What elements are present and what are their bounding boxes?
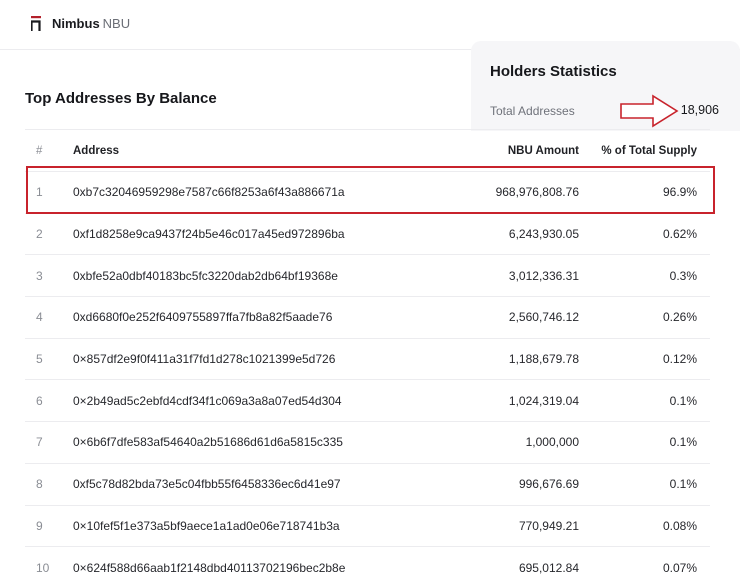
brand-token: NBU [102,16,131,31]
row-rank: 8 [36,477,43,492]
row-rank: 7 [36,435,43,450]
row-amount: 695,012.84 [518,560,579,575]
table-row[interactable]: 2 0xf1d8258e9ca9437f24b5e46c017a45ed97289… [25,214,710,256]
nimbus-logo-icon[interactable] [31,16,41,31]
row-rank: 6 [36,393,43,408]
row-amount: 968,976,808.76 [495,185,579,200]
row-pct: 0.07% [662,560,697,575]
table-row[interactable]: 9 0×10fef5f1e373a5bf9aece1a1ad0e06e718741… [25,506,710,548]
row-pct: 0.26% [662,310,697,325]
row-address-link[interactable]: 0×2b49ad5c2ebfd4cdf34f1c069a3a8a07ed54d3… [73,380,342,421]
row-address-link[interactable]: 0xbfe52a0dbf40183bc5fc3220dab2db64bf1936… [73,255,338,296]
brand-name: Nimbus [52,16,100,31]
row-amount: 6,243,930.05 [508,227,579,242]
table-row[interactable]: 8 0xf5c78d82bda73e5c04fbb55f6458336ec6d41… [25,464,710,506]
section-title: Top Addresses By Balance [25,90,217,107]
row-pct: 0.62% [662,227,697,242]
table-row[interactable]: 3 0xbfe52a0dbf40183bc5fc3220dab2db64bf193… [25,255,710,298]
row-address-link[interactable]: 0xf5c78d82bda73e5c04fbb55f6458336ec6d41e… [73,464,341,505]
table-row[interactable]: 1 0xb7c32046959298e7587c66f8253a6f43a8866… [25,172,710,214]
top-addresses-table: # Address NBU Amount % of Total Supply 1… [25,129,710,582]
column-rank: # [36,144,43,157]
row-address-link[interactable]: 0×6b6f7dfe583af54640a2b51686d61d6a5815c3… [73,422,343,463]
row-rank: 4 [36,310,43,325]
holders-statistics-title: Holders Statistics [490,63,617,80]
row-rank: 9 [36,518,43,533]
row-address-link[interactable]: 0×857df2e9f0f411a31f7fd1d278c1021399e5d7… [73,339,335,380]
page: Nimbus NBU Holders Statistics Total Addre… [0,0,740,582]
holders-statistics-card: Holders Statistics Total Addresses 18,90… [471,41,740,131]
row-amount: 2,560,746.12 [508,310,579,325]
row-pct: 0.1% [669,435,697,450]
table-row[interactable]: 7 0×6b6f7dfe583af54640a2b51686d61d6a5815c… [25,422,710,464]
row-amount: 1,024,319.04 [508,393,579,408]
total-addresses-value: 18,906 [680,103,719,117]
column-address: Address [73,144,120,157]
table-row[interactable]: 10 0×624f588d66aab1f2148dbd40113702196bec… [25,547,710,582]
row-rank: 3 [36,268,43,283]
row-amount: 1,188,679.78 [508,352,579,367]
row-pct: 0.08% [662,518,697,533]
row-amount: 3,012,336.31 [508,268,579,283]
total-addresses-label: Total Addresses [490,104,575,118]
row-rank: 1 [36,185,43,200]
row-address-link[interactable]: 0×624f588d66aab1f2148dbd40113702196bec2b… [73,547,345,582]
table-row[interactable]: 5 0×857df2e9f0f411a31f7fd1d278c1021399e5d… [25,339,710,381]
column-pct: % of Total Supply [601,144,697,157]
table-header: # Address NBU Amount % of Total Supply [25,130,710,172]
row-pct: 0.12% [662,352,697,367]
column-amount: NBU Amount [507,144,579,157]
row-amount: 996,676.69 [518,477,579,492]
row-address-link[interactable]: 0×10fef5f1e373a5bf9aece1a1ad0e06e718741b… [73,506,340,547]
row-address-link[interactable]: 0xf1d8258e9ca9437f24b5e46c017a45ed972896… [73,214,345,255]
table-row[interactable]: 6 0×2b49ad5c2ebfd4cdf34f1c069a3a8a07ed54d… [25,380,710,423]
row-pct: 0.3% [669,268,697,283]
row-pct: 0.1% [669,393,697,408]
row-address-link[interactable]: 0xb7c32046959298e7587c66f8253a6f43a88667… [73,172,345,213]
table-row[interactable]: 4 0xd6680f0e252f6409755897ffa7fb8a82f5aad… [25,297,710,339]
annotation-arrow-icon [620,94,679,128]
row-rank: 10 [36,560,50,575]
row-pct: 0.1% [669,477,697,492]
row-amount: 1,000,000 [525,435,579,450]
brand[interactable]: Nimbus NBU [52,16,130,32]
row-rank: 5 [36,352,43,367]
row-rank: 2 [36,227,43,242]
table-body: 1 0xb7c32046959298e7587c66f8253a6f43a8866… [25,172,710,582]
row-address-link[interactable]: 0xd6680f0e252f6409755897ffa7fb8a82f5aade… [73,297,332,338]
row-pct: 96.9% [662,185,697,200]
row-amount: 770,949.21 [518,518,579,533]
